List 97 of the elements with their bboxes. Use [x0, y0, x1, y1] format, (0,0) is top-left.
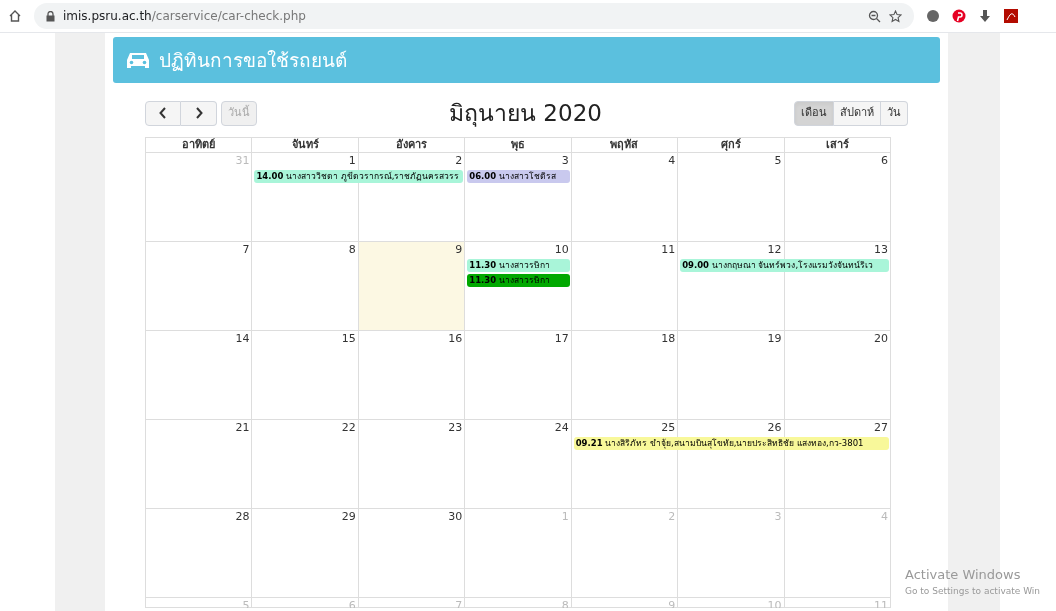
day-number: 24 — [554, 420, 569, 435]
day-number: 2 — [668, 509, 676, 524]
day-number: 3 — [774, 509, 782, 524]
day-number: 16 — [448, 331, 463, 346]
day-cell[interactable] — [358, 420, 466, 509]
day-cell[interactable] — [252, 509, 359, 598]
day-cell[interactable] — [146, 598, 253, 608]
day-cell[interactable] — [146, 153, 253, 242]
extension-icon[interactable] — [926, 9, 940, 23]
day-cell[interactable] — [146, 331, 253, 420]
day-cell[interactable] — [678, 509, 785, 598]
day-number: 7 — [242, 242, 250, 257]
activation-hint: Go to Settings to activate Win — [905, 584, 1041, 598]
day-cell[interactable] — [465, 153, 572, 242]
calendar-event[interactable]: 09.00 นางกฤษณา จันทร์พวง,โรงแรมวังจันทน์ริเว — [680, 259, 889, 272]
day-cell[interactable] — [571, 509, 679, 598]
day-cell[interactable] — [358, 509, 466, 598]
day-number: 17 — [554, 331, 569, 346]
day-number: 4 — [668, 153, 676, 168]
day-number: 5 — [774, 153, 782, 168]
chevron-right-icon — [194, 107, 203, 119]
day-cell[interactable] — [146, 420, 253, 509]
day-number: 9 — [455, 242, 463, 257]
address-bar[interactable]: imis.psru.ac.th/carservice/car-check.php — [34, 3, 914, 29]
day-cell[interactable] — [571, 598, 679, 608]
day-number: 6 — [881, 153, 888, 168]
view-tab[interactable]: เดือน — [794, 100, 834, 126]
day-number: 26 — [767, 420, 782, 435]
day-number: 12 — [767, 242, 782, 257]
day-cell[interactable] — [784, 598, 891, 608]
day-number: 21 — [235, 420, 250, 435]
month-title: มิถุนายน 2020 — [449, 98, 602, 129]
download-icon[interactable] — [978, 9, 992, 23]
day-cell[interactable] — [358, 331, 466, 420]
day-cell[interactable] — [252, 331, 359, 420]
day-number: 25 — [661, 420, 676, 435]
page-title: ปฏิทินการขอใช้รถยนต์ — [159, 47, 347, 73]
day-cell[interactable] — [465, 331, 572, 420]
activation-title: Activate Windows — [905, 566, 1022, 584]
day-number: 15 — [341, 331, 356, 346]
day-number: 1 — [561, 509, 569, 524]
day-number: 29 — [341, 509, 356, 524]
day-number: 8 — [348, 242, 356, 257]
day-number: 1 — [348, 153, 356, 168]
day-cell[interactable] — [252, 242, 359, 331]
day-number: 10 — [554, 242, 569, 257]
day-cell[interactable] — [146, 509, 253, 598]
view-tab[interactable]: วัน — [881, 100, 908, 126]
day-cell[interactable] — [252, 598, 359, 608]
day-cell[interactable] — [571, 331, 679, 420]
day-number: 27 — [874, 420, 888, 435]
day-cell[interactable] — [784, 331, 891, 420]
day-cell[interactable] — [465, 420, 572, 509]
day-number: 11 — [661, 242, 676, 257]
calendar-event[interactable]: 09.21 นางสิริภัทร ขำจุ้ย,สนามบินสุโขทัย,นายประสิทธิชัย แสงทอง,กว-3801 — [573, 437, 889, 450]
calendar-event[interactable]: 11.30 นางสาวรษิกา — [467, 274, 570, 287]
pdf-icon[interactable] — [1004, 9, 1018, 23]
day-number: 4 — [881, 509, 888, 524]
day-cell[interactable] — [678, 153, 785, 242]
day-number: 3 — [561, 153, 569, 168]
calendar-event[interactable]: 14.00 นางสาววิชดา ภูขีดวรากรณ์,ราชภัฏนครสวรร — [254, 170, 464, 183]
day-number: 30 — [448, 509, 463, 524]
day-number: 2 — [455, 153, 463, 168]
day-number: 20 — [874, 331, 888, 346]
day-cell[interactable] — [146, 242, 253, 331]
day-number: 19 — [767, 331, 782, 346]
day-number: 31 — [235, 153, 250, 168]
next-button[interactable] — [181, 100, 217, 126]
day-cell[interactable] — [678, 598, 785, 608]
url-text: imis.psru.ac.th/carservice/car-check.php — [63, 8, 306, 25]
previous-button[interactable] — [145, 100, 181, 126]
day-cell[interactable] — [571, 242, 679, 331]
day-number: 23 — [448, 420, 463, 435]
pin-icon[interactable] — [952, 9, 966, 23]
day-cell[interactable] — [358, 242, 466, 331]
day-cell[interactable] — [784, 153, 891, 242]
star-icon[interactable] — [889, 9, 902, 23]
view-tab[interactable]: สัปดาห์ — [834, 100, 881, 126]
day-cell[interactable] — [678, 331, 785, 420]
day-cell[interactable] — [465, 598, 572, 608]
home-icon[interactable] — [8, 9, 22, 23]
day-cell[interactable] — [465, 509, 572, 598]
calendar-event[interactable]: 11.30 นางสาวรษิกา — [467, 259, 570, 272]
day-number: 13 — [874, 242, 888, 257]
day-cell[interactable] — [571, 153, 679, 242]
day-cell[interactable] — [784, 509, 891, 598]
day-number: 28 — [235, 509, 250, 524]
day-number: 22 — [341, 420, 356, 435]
day-number: 18 — [661, 331, 676, 346]
day-cell[interactable] — [252, 420, 359, 509]
zoom-icon[interactable] — [868, 9, 881, 23]
lock-icon — [46, 10, 55, 22]
car-icon — [125, 50, 151, 70]
chevron-left-icon — [159, 107, 167, 119]
day-number: 14 — [235, 331, 250, 346]
calendar-event[interactable]: 06.00 นางสาวโชติรส — [467, 170, 570, 183]
day-cell[interactable] — [358, 598, 466, 608]
